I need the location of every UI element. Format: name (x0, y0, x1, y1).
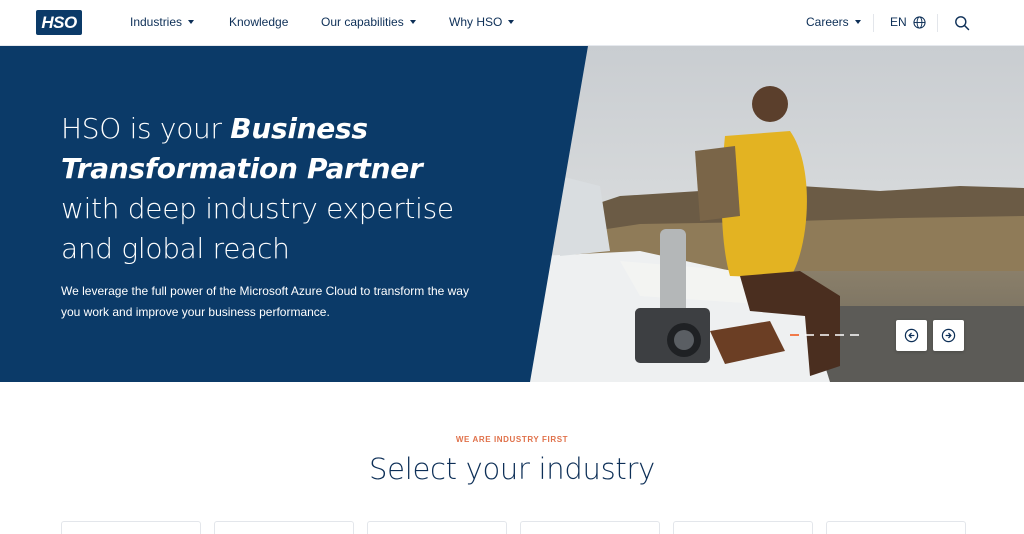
industry-card[interactable] (520, 521, 660, 534)
industry-card[interactable] (214, 521, 354, 534)
hero-title: HSO is your Business Transformation Part… (61, 109, 461, 269)
carousel-prev-button[interactable] (896, 320, 927, 351)
nav-careers[interactable]: Careers (806, 15, 861, 29)
nav-industries[interactable]: Industries (130, 15, 195, 29)
industry-card[interactable] (826, 521, 966, 534)
caret-down-icon (188, 20, 195, 24)
logo-text: HSO (41, 12, 77, 32)
carousel-dot[interactable] (790, 334, 799, 336)
nav-capabilities-label: Our capabilities (321, 15, 404, 29)
industry-card[interactable] (367, 521, 507, 534)
nav-why-hso-label: Why HSO (449, 15, 503, 29)
carousel-dots (790, 334, 859, 336)
industry-card[interactable] (673, 521, 813, 534)
globe-icon (913, 15, 926, 29)
caret-down-icon (508, 20, 515, 24)
industry-card[interactable] (61, 521, 201, 534)
hero-subtitle: We leverage the full power of the Micros… (61, 284, 469, 319)
nav-our-capabilities[interactable]: Our capabilities (321, 15, 416, 29)
nav-careers-label: Careers (806, 15, 849, 29)
section-title: Select your industry (369, 452, 655, 486)
language-selector[interactable]: EN (890, 15, 926, 29)
nav-why-hso[interactable]: Why HSO (449, 15, 515, 29)
carousel-dot[interactable] (835, 334, 844, 336)
header-divider (937, 14, 938, 32)
arrow-left-icon (904, 328, 919, 343)
carousel-dot[interactable] (805, 334, 814, 336)
hero-banner: HSO is your Business Transformation Part… (0, 46, 1024, 382)
nav-industries-label: Industries (130, 15, 183, 29)
hero-title-part1: HSO is your (61, 112, 231, 145)
hero-title-part2: with deep industry expertise and global … (61, 192, 454, 265)
language-label: EN (890, 15, 907, 29)
caret-down-icon (854, 20, 861, 24)
nav-knowledge[interactable]: Knowledge (229, 15, 288, 29)
search-icon[interactable] (954, 15, 970, 31)
caret-down-icon (409, 20, 416, 24)
hso-logo[interactable]: HSO (36, 10, 82, 35)
carousel-dot[interactable] (850, 334, 859, 336)
carousel-next-button[interactable] (933, 320, 964, 351)
carousel-dot[interactable] (820, 334, 829, 336)
nav-knowledge-label: Knowledge (229, 15, 289, 29)
arrow-right-icon (941, 328, 956, 343)
header-divider (873, 14, 874, 32)
industry-cards (61, 521, 966, 534)
section-eyebrow: WE ARE INDUSTRY FIRST (455, 435, 569, 444)
site-header: HSO Industries Knowledge Our capabilitie… (0, 0, 1024, 46)
